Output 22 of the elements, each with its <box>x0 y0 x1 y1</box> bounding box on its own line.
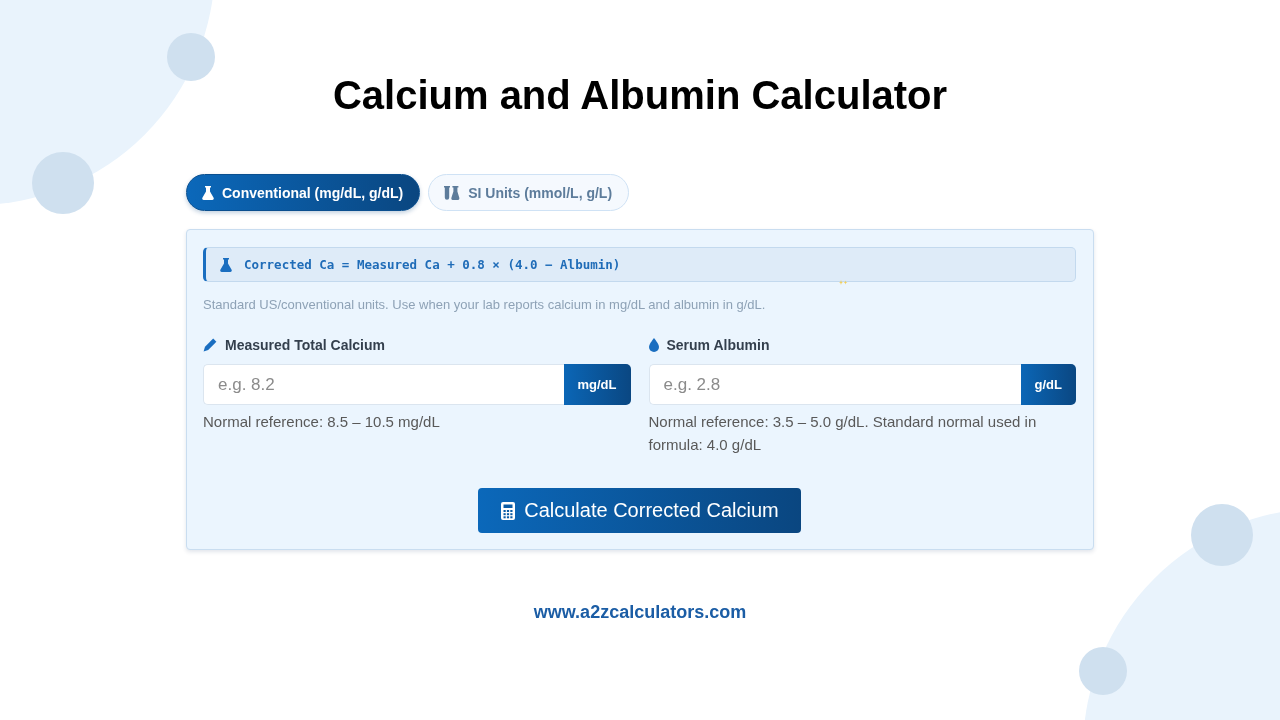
flask-icon <box>220 257 232 272</box>
sparkle-icon <box>839 280 848 285</box>
unit-tab[interactable]: SI Units (mmol/L, g/L) <box>428 174 630 211</box>
hint-text: Normal reference: 8.5 – 10.5 mg/dL <box>203 412 441 432</box>
input-field[interactable]: e.g. 2.8 <box>648 364 1021 405</box>
field-label: Serum Albumin <box>666 337 770 353</box>
unit-tab[interactable]: Conventional (mg/dL, g/dL) <box>186 174 421 211</box>
calculate-button[interactable]: Calculate Corrected Calcium <box>478 488 801 533</box>
pencil-icon <box>203 338 217 352</box>
unit-label: mg/dL <box>563 364 631 405</box>
hint-text: Normal reference: 3.5 – 5.0 g/dL. Standard normal used in formula: 4.0 g/dL <box>648 412 1038 455</box>
website-url: www.a2zcalculators.com <box>533 602 747 622</box>
input-field[interactable]: e.g. 8.2 <box>203 364 564 405</box>
page-title: Calcium and Albumin Calculator <box>331 72 949 119</box>
calculator-icon <box>501 501 516 520</box>
unit-label: g/dL <box>1020 364 1076 405</box>
flask-icon <box>202 185 214 200</box>
description-text: Standard US/conventional units. Use when your lab reports calcium in mg/dL and albumin in g/dL. <box>203 296 767 314</box>
formula-text: Corrected Ca = Measured Ca + 0.8 × (4.0 − Albumin) <box>244 257 621 272</box>
droplet-icon <box>648 338 659 352</box>
flasks-icon <box>444 185 461 200</box>
field-label: Measured Total Calcium <box>225 337 385 353</box>
